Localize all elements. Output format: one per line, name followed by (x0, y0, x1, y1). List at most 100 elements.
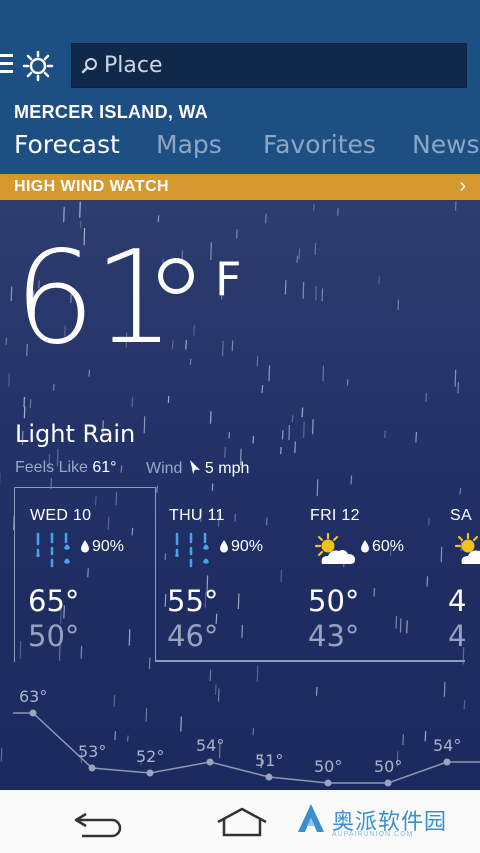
raindrop (52, 383, 55, 392)
temperature-unit: F (215, 252, 242, 306)
temperature-point-label: 51° (255, 751, 283, 770)
raindrop (397, 299, 400, 311)
current-condition: Light Rain (15, 420, 136, 448)
raindrop (315, 286, 317, 301)
raindrop (143, 416, 146, 434)
forecast-day-fri[interactable]: FRI 12 60% 50° 43° (294, 487, 434, 659)
raindrop (228, 432, 231, 439)
raindrop (312, 419, 314, 435)
back-arrow-icon[interactable] (72, 810, 124, 838)
raindrop (288, 424, 291, 441)
raindrop (350, 475, 353, 485)
temperature-point-label: 50° (314, 757, 342, 776)
forecast-day-thu[interactable]: THU 11 90% 55° 46° (153, 487, 293, 659)
raindrop (284, 280, 287, 295)
temperature-point (384, 779, 392, 787)
low-temp: 4 (448, 619, 467, 653)
raindrop (346, 379, 349, 386)
low-temp: 50° (28, 619, 80, 653)
raindrop (291, 415, 294, 423)
raindrop (261, 384, 264, 393)
high-temp: 50° (308, 584, 360, 618)
raindrop (5, 337, 8, 345)
raindrop (236, 229, 238, 239)
degree-symbol (158, 258, 194, 294)
raindrop (131, 397, 134, 408)
temperature-point-label: 52° (136, 747, 164, 766)
hourly-temperature-graph: 63° 53° 52° 54° 51° 50° 50° 54° (13, 687, 480, 787)
day-name: SA (450, 507, 472, 524)
sun-logo-icon[interactable] (22, 50, 54, 82)
temperature-point (206, 758, 214, 766)
rain-icon (36, 532, 70, 568)
raindrop (296, 255, 299, 263)
raindrop-icon (220, 540, 228, 553)
search-box[interactable] (71, 43, 467, 88)
raindrop-icon (361, 540, 369, 553)
high-temp: 65° (28, 584, 80, 618)
watermark-subtext: AUPAIRUNION.COM (332, 831, 414, 838)
day-name: WED 10 (30, 507, 92, 524)
raindrop (415, 431, 417, 443)
app-header: MERCER ISLAND, WA Forecast Maps Favorite… (0, 0, 480, 174)
tab-favorites[interactable]: Favorites (263, 130, 376, 159)
day-name: THU 11 (169, 507, 225, 524)
partly-sunny-icon (454, 532, 480, 564)
raindrop (231, 340, 234, 352)
raindrop (337, 208, 339, 216)
low-temp: 46° (167, 619, 219, 653)
raindrop (189, 358, 192, 365)
wind-direction-icon (189, 460, 200, 474)
raindrop (185, 339, 187, 350)
raindrop (314, 242, 317, 255)
low-temp: 43° (308, 619, 360, 653)
raindrop (120, 465, 123, 473)
raindrop (301, 407, 304, 418)
raindrop-icon (81, 540, 89, 553)
precip-chance: 90% (80, 538, 124, 556)
forecast-day-sat[interactable]: SA 4 4 (434, 487, 480, 659)
home-icon[interactable] (214, 806, 270, 838)
temperature-point (324, 779, 332, 787)
tab-forecast[interactable]: Forecast (14, 130, 120, 159)
raindrop (256, 356, 259, 367)
system-navigation-bar: 奥派软件园 AUPAIRUNION.COM (0, 790, 480, 853)
raindrop (384, 430, 386, 438)
weather-alert-banner[interactable]: HIGH WIND WATCH › (0, 174, 480, 200)
raindrop (157, 215, 160, 223)
raindrop (280, 446, 282, 455)
search-input[interactable] (104, 44, 454, 87)
raindrop (167, 395, 170, 404)
search-icon (81, 58, 97, 74)
raindrop (454, 369, 457, 387)
location-name: MERCER ISLAND, WA (14, 102, 209, 122)
hamburger-menu-icon[interactable] (0, 54, 14, 76)
wind-label: Wind (146, 460, 183, 477)
raindrop (302, 281, 305, 299)
raindrop (321, 288, 324, 302)
wind-value: 5 mph (204, 460, 250, 477)
day-name: FRI 12 (310, 507, 360, 524)
raindrop (209, 411, 212, 424)
temperature-point (146, 769, 154, 777)
chevron-right-icon: › (459, 175, 466, 197)
raindrop (268, 365, 271, 382)
tab-maps[interactable]: Maps (156, 130, 222, 159)
high-temp: 4 (448, 584, 467, 618)
daily-forecast: WED 10 90% 65° 50° THU 11 90% 55° 46° FR… (14, 487, 480, 662)
rain-icon (175, 532, 209, 568)
temperature-point-label: 54° (196, 736, 224, 755)
temperature-point-label: 53° (78, 742, 106, 761)
raindrop (252, 436, 255, 444)
raindrop (222, 340, 224, 357)
tab-news[interactable]: News (412, 130, 480, 159)
forecast-divider (155, 660, 465, 662)
raindrop (313, 204, 315, 211)
raindrop (256, 665, 259, 682)
forecast-day-wed[interactable]: WED 10 90% 65° 50° (14, 487, 154, 659)
alert-label: HIGH WIND WATCH (14, 178, 170, 195)
partly-sunny-icon (314, 532, 355, 564)
raindrop (79, 201, 81, 218)
raindrop (322, 365, 325, 382)
raindrop (63, 207, 65, 223)
